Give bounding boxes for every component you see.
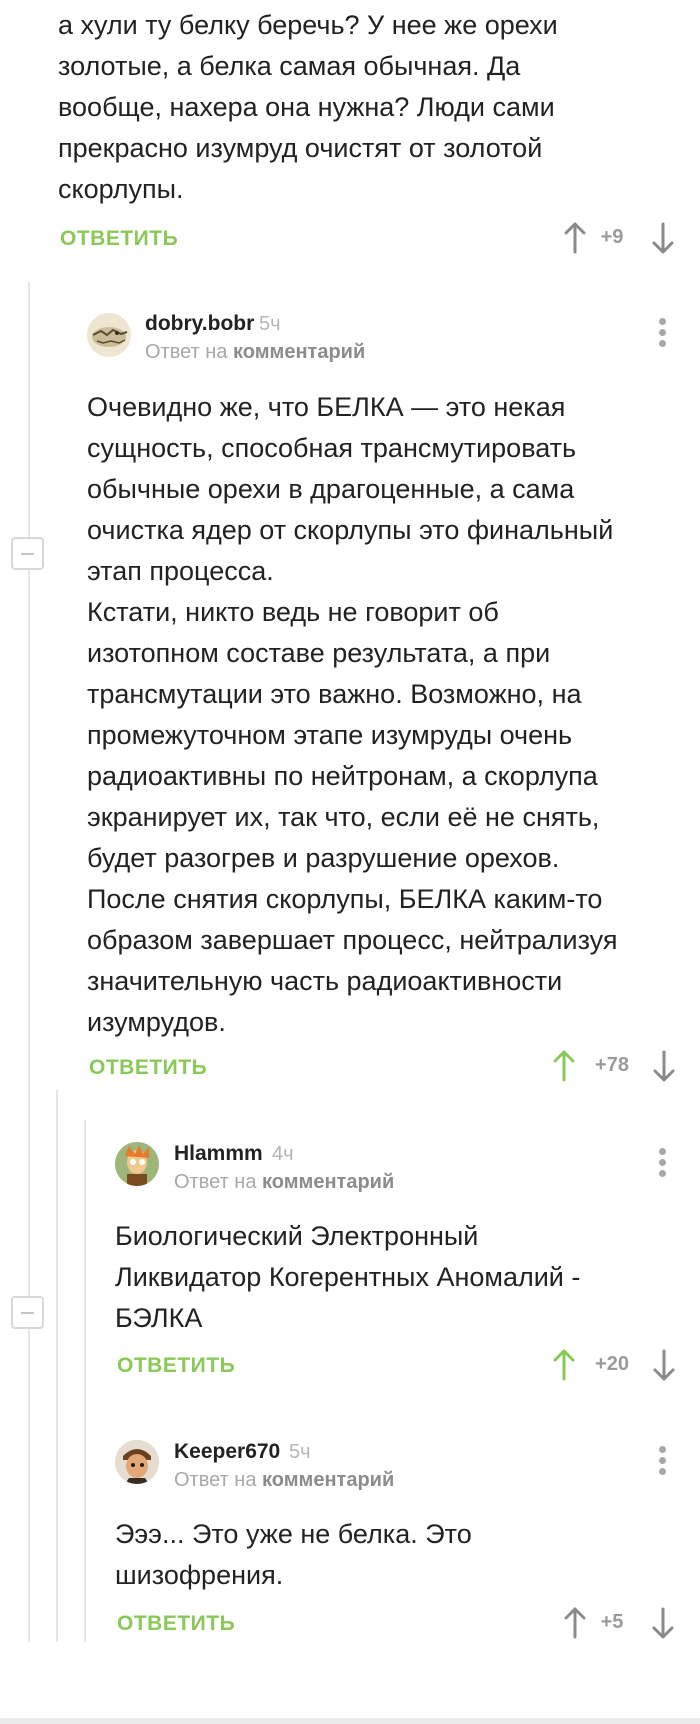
reply-button[interactable]: ОТВЕТИТЬ bbox=[60, 227, 178, 251]
reply-button[interactable]: ОТВЕТИТЬ bbox=[117, 1354, 235, 1378]
avatar[interactable] bbox=[115, 1142, 159, 1186]
user-avatar-icon bbox=[115, 1440, 159, 1484]
upvote-icon[interactable] bbox=[563, 1607, 587, 1639]
comment-time: 4ч bbox=[272, 1143, 294, 1165]
more-options-icon[interactable] bbox=[652, 316, 672, 350]
user-avatar-icon bbox=[115, 1142, 159, 1186]
comment-time: 5ч bbox=[289, 1441, 311, 1463]
vote-controls: +9 bbox=[563, 220, 675, 256]
collapse-thread-button[interactable] bbox=[11, 537, 44, 570]
reply-to-link[interactable]: комментарий bbox=[262, 1469, 394, 1491]
reply-to-line: Ответ на комментарий bbox=[174, 1171, 394, 1194]
comment-text: Очевидно же, что БЕЛКА — это некая сущно… bbox=[87, 392, 618, 1037]
thread-rail-level-1 bbox=[28, 282, 30, 1642]
collapse-thread-button[interactable] bbox=[11, 1296, 44, 1329]
reply-to-line: Ответ на комментарий bbox=[145, 341, 365, 364]
reply-to-prefix: Ответ на bbox=[174, 1469, 257, 1491]
upvote-icon[interactable] bbox=[563, 222, 587, 254]
more-options-icon[interactable] bbox=[652, 1146, 672, 1180]
comment-text: Эээ... Это уже не белка. Это шизофрения. bbox=[115, 1519, 472, 1590]
reply-to-link[interactable]: комментарий bbox=[262, 1171, 394, 1193]
reply-to-link[interactable]: комментарий bbox=[233, 341, 365, 363]
vote-controls: +20 bbox=[552, 1347, 676, 1383]
more-options-icon[interactable] bbox=[652, 1444, 672, 1478]
comment-text: Биологический Электронный Ликвидатор Ког… bbox=[115, 1221, 581, 1333]
downvote-icon[interactable] bbox=[651, 222, 675, 254]
reply-to-line: Ответ на комментарий bbox=[174, 1469, 394, 1492]
reply-button[interactable]: ОТВЕТИТЬ bbox=[89, 1056, 207, 1080]
beaver-skull-icon bbox=[92, 327, 128, 347]
comment-score: +78 bbox=[595, 1054, 629, 1076]
thread-rail-level-2 bbox=[56, 1090, 58, 1642]
comment-score: +9 bbox=[600, 226, 624, 248]
username[interactable]: dobry.bobr bbox=[145, 312, 254, 336]
username[interactable]: Keeper670 bbox=[174, 1440, 280, 1464]
username[interactable]: Hlammm bbox=[174, 1142, 263, 1166]
comment-text: а хули ту белку беречь? У нее же орехи з… bbox=[58, 10, 558, 204]
upvote-icon[interactable] bbox=[552, 1349, 576, 1381]
avatar[interactable] bbox=[115, 1440, 159, 1484]
downvote-icon[interactable] bbox=[652, 1050, 676, 1082]
comment-score: +5 bbox=[600, 1611, 624, 1633]
thread-rail-level-3 bbox=[84, 1120, 86, 1642]
comment-score: +20 bbox=[595, 1353, 629, 1375]
comment-time: 5ч bbox=[259, 313, 281, 335]
vote-controls: +78 bbox=[552, 1048, 676, 1084]
downvote-icon[interactable] bbox=[651, 1607, 675, 1639]
reply-to-prefix: Ответ на bbox=[174, 1171, 257, 1193]
reply-button[interactable]: ОТВЕТИТЬ bbox=[117, 1612, 235, 1636]
avatar[interactable] bbox=[87, 313, 131, 357]
reply-to-prefix: Ответ на bbox=[145, 341, 228, 363]
downvote-icon[interactable] bbox=[652, 1349, 676, 1381]
upvote-icon[interactable] bbox=[552, 1050, 576, 1082]
page-bottom-divider bbox=[0, 1718, 700, 1724]
vote-controls: +5 bbox=[563, 1605, 675, 1641]
